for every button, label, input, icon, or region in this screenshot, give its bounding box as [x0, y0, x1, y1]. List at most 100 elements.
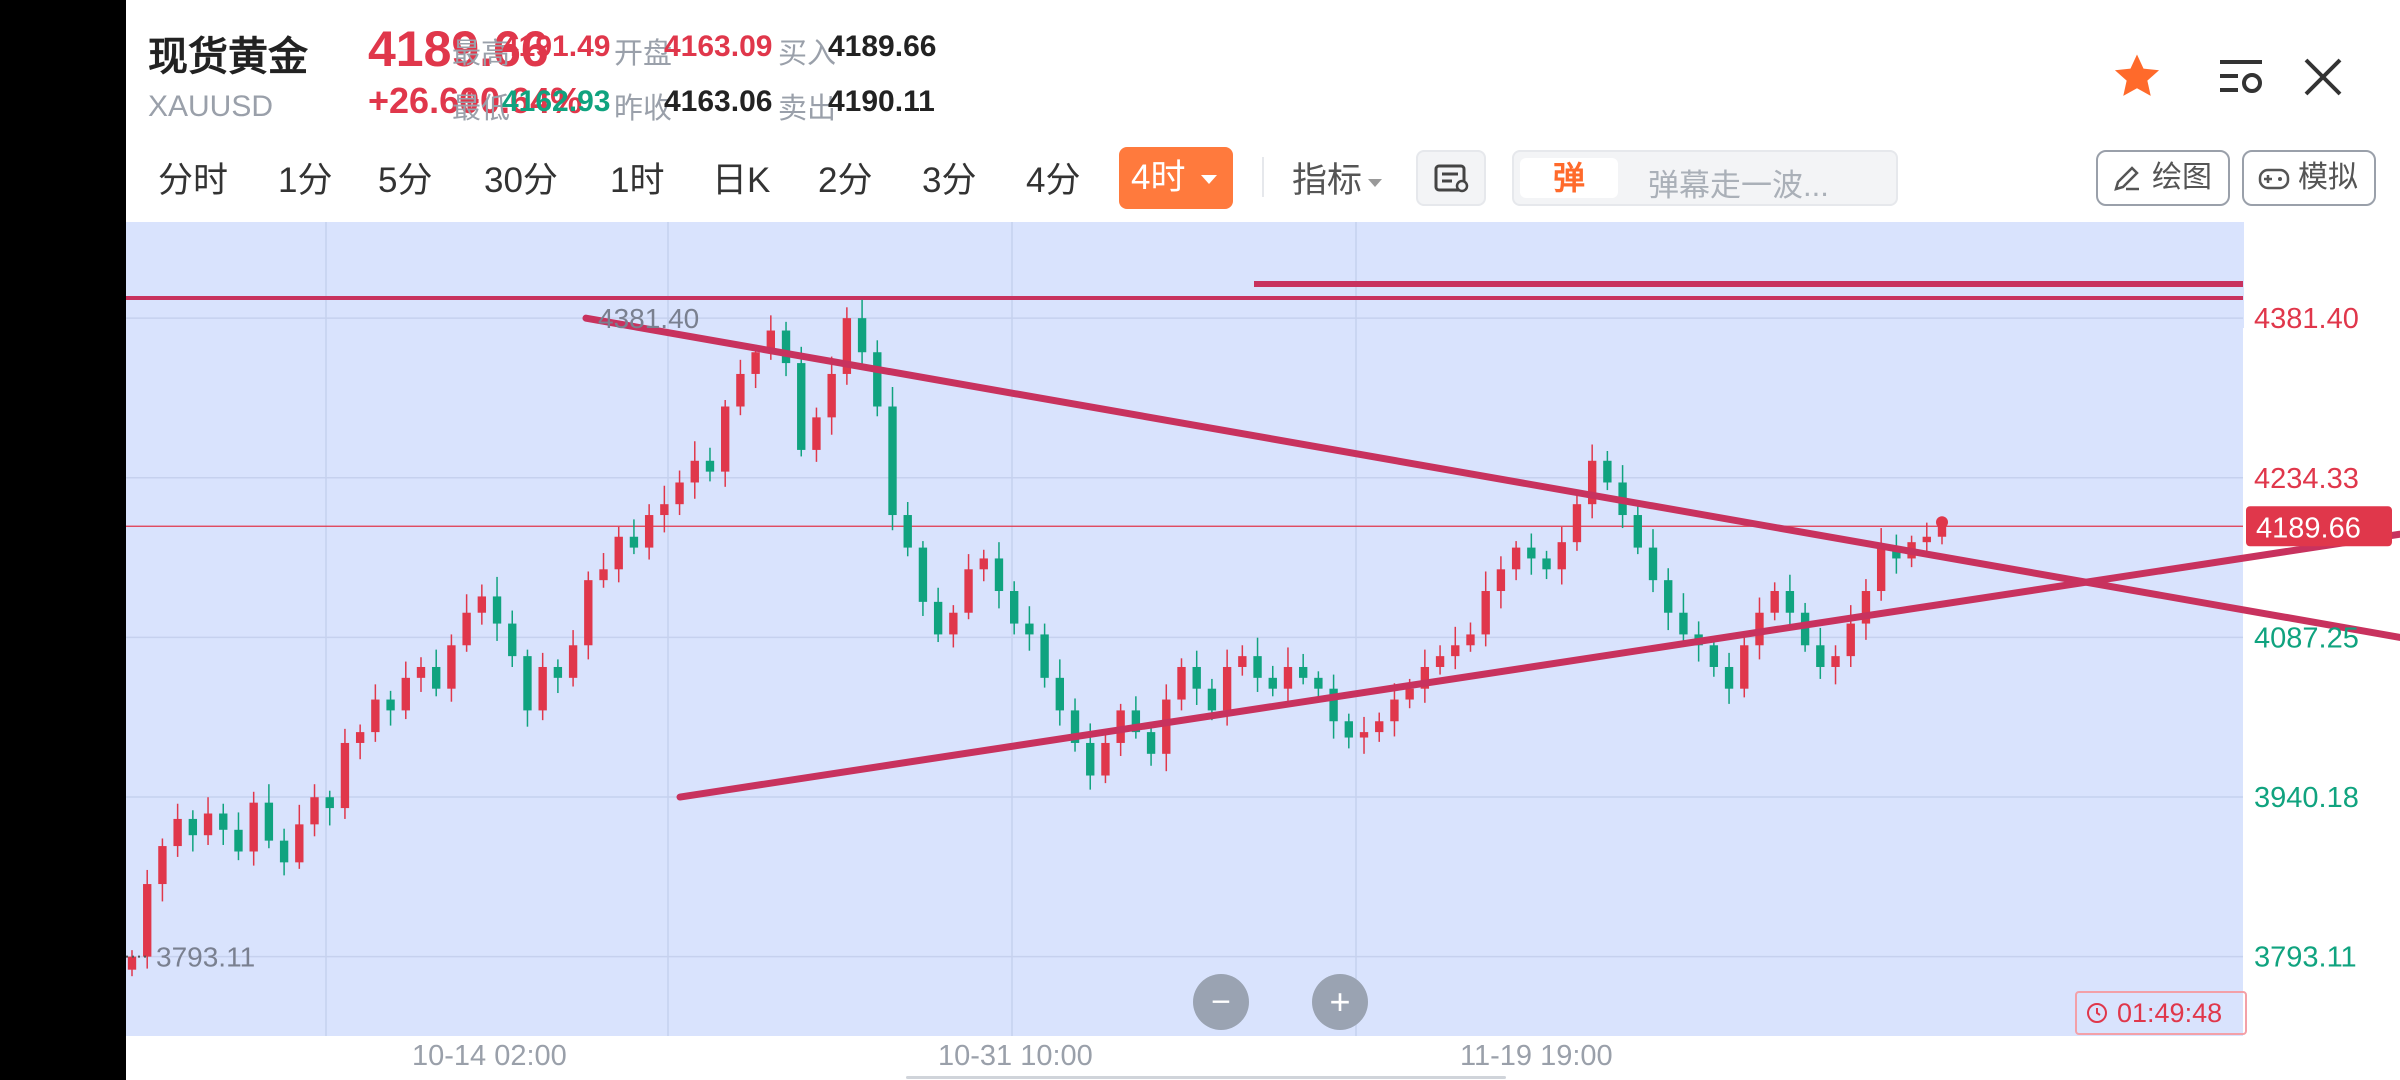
tab-fenshi[interactable]: 分时	[158, 152, 228, 203]
high-value: 4191.49	[502, 30, 611, 63]
low-value: 4162.93	[502, 85, 611, 118]
candle-body	[462, 612, 471, 646]
candle-body	[1557, 542, 1566, 570]
timer-text: 01:49:48	[2117, 998, 2223, 1028]
candle	[842, 307, 852, 385]
tab-30min[interactable]: 30分	[484, 152, 558, 203]
candle-body	[143, 884, 152, 957]
x-tick-label: 10-31 10:00	[938, 1040, 1093, 1072]
clock-icon	[2087, 1003, 2107, 1023]
app-window: 现货黄金 XAUUSD 4189.66 +26.60 +0.64% 最高 419…	[126, 0, 2400, 1080]
tab-3min[interactable]: 3分	[922, 152, 976, 203]
chart-settings-button[interactable]	[1416, 150, 1486, 206]
tab-4hour-label: 4时	[1131, 158, 1186, 197]
candle-body	[675, 482, 684, 505]
zoom-in-button[interactable]: +	[1312, 974, 1368, 1030]
chart-plot-area	[126, 222, 2243, 1036]
candle-body	[1664, 580, 1673, 613]
tab-2min[interactable]: 2分	[818, 152, 872, 203]
candle-body	[660, 504, 669, 516]
candle-body	[1344, 721, 1353, 738]
candle-body	[1314, 677, 1323, 689]
y-tick-label: 4087.25	[2254, 622, 2359, 654]
danmu-placeholder: 弹幕走一波...	[1648, 168, 1829, 203]
countdown-timer: 01:49:48	[2075, 991, 2247, 1035]
candle-body	[781, 330, 791, 364]
zoom-out-button[interactable]: −	[1193, 974, 1249, 1030]
candle-body	[401, 677, 410, 711]
prev-close-value: 4163.06	[664, 85, 773, 118]
tab-1min[interactable]: 1分	[278, 152, 332, 203]
toolbar-divider	[1262, 157, 1264, 197]
candle-body	[1010, 591, 1019, 624]
candle-body	[1481, 591, 1490, 635]
tab-5min[interactable]: 5分	[378, 152, 432, 203]
tab-1hour[interactable]: 1时	[610, 152, 664, 203]
candle-body	[812, 417, 821, 450]
candle-body	[857, 318, 867, 353]
candle-body	[1922, 536, 1931, 543]
candle-body	[447, 645, 456, 689]
open-value: 4163.09	[664, 30, 773, 63]
candle-body	[1831, 656, 1840, 667]
drawing-zone	[1254, 222, 2244, 328]
candle-body	[1435, 656, 1445, 667]
tab-daily[interactable]: 日K	[712, 152, 770, 203]
bid-value: 4189.66	[828, 30, 937, 63]
candle-body	[1390, 699, 1399, 722]
candle-body	[949, 612, 958, 635]
indicator-dropdown[interactable]: 指标	[1292, 152, 1383, 203]
candle-body	[1086, 742, 1095, 776]
candle-body	[584, 580, 593, 646]
draw-button[interactable]: 绘图	[2096, 150, 2230, 206]
price-chart[interactable]: 4381.40 3793.11 4381.40 4234.33 4087.25 3940…	[126, 222, 2400, 1042]
candle-body	[1359, 732, 1369, 738]
candle-body	[355, 732, 365, 743]
current-price-text: 4189.66	[2256, 512, 2361, 544]
candle-body	[279, 840, 289, 863]
candle-body	[1101, 742, 1110, 776]
candle-body	[873, 352, 882, 407]
zoom-out-glyph: −	[1211, 983, 1231, 1021]
chevron-down-icon	[1368, 178, 1383, 187]
candle-body	[538, 666, 547, 711]
candle-body	[188, 818, 198, 836]
candle-body	[1648, 547, 1658, 581]
candle-body	[264, 802, 274, 841]
candle	[888, 386, 897, 531]
close-icon[interactable]	[2302, 56, 2344, 98]
danmu-input[interactable]: 弹 弹幕走一波...	[1512, 150, 1898, 206]
candle-body	[1466, 634, 1475, 646]
simulate-button[interactable]: 模拟	[2242, 150, 2376, 206]
candle-body	[690, 460, 699, 483]
tab-4hour-active[interactable]: 4时	[1119, 147, 1233, 209]
candle-body	[1146, 732, 1156, 754]
candle	[1740, 637, 1749, 698]
list-settings-icon[interactable]	[2218, 56, 2266, 98]
candle-body	[295, 824, 304, 863]
simulate-label: 模拟	[2298, 161, 2358, 194]
candle-body	[1542, 558, 1551, 570]
candle-body	[1177, 666, 1186, 700]
tab-4min[interactable]: 4分	[1026, 152, 1080, 203]
star-icon[interactable]	[2110, 50, 2164, 104]
candle	[143, 869, 152, 969]
candle-body	[568, 645, 578, 678]
candle-body	[644, 515, 654, 548]
y-tick-label: 3940.18	[2254, 782, 2359, 814]
candle-body	[310, 797, 319, 825]
candle-body	[888, 406, 897, 516]
candle-body	[918, 547, 928, 602]
candle-body	[432, 666, 441, 689]
candle-body	[1496, 569, 1506, 592]
candle-body	[1405, 688, 1414, 700]
candle-body	[1055, 677, 1064, 711]
candle-body	[979, 558, 988, 570]
x-tick-label: 10-14 02:00	[412, 1040, 567, 1072]
candle-body	[1846, 623, 1855, 657]
candle-body	[629, 536, 639, 548]
instrument-symbol: XAUUSD	[148, 90, 274, 123]
scroll-indicator[interactable]	[906, 1076, 1506, 1079]
candle-body	[173, 818, 182, 847]
candle-body	[705, 460, 715, 472]
